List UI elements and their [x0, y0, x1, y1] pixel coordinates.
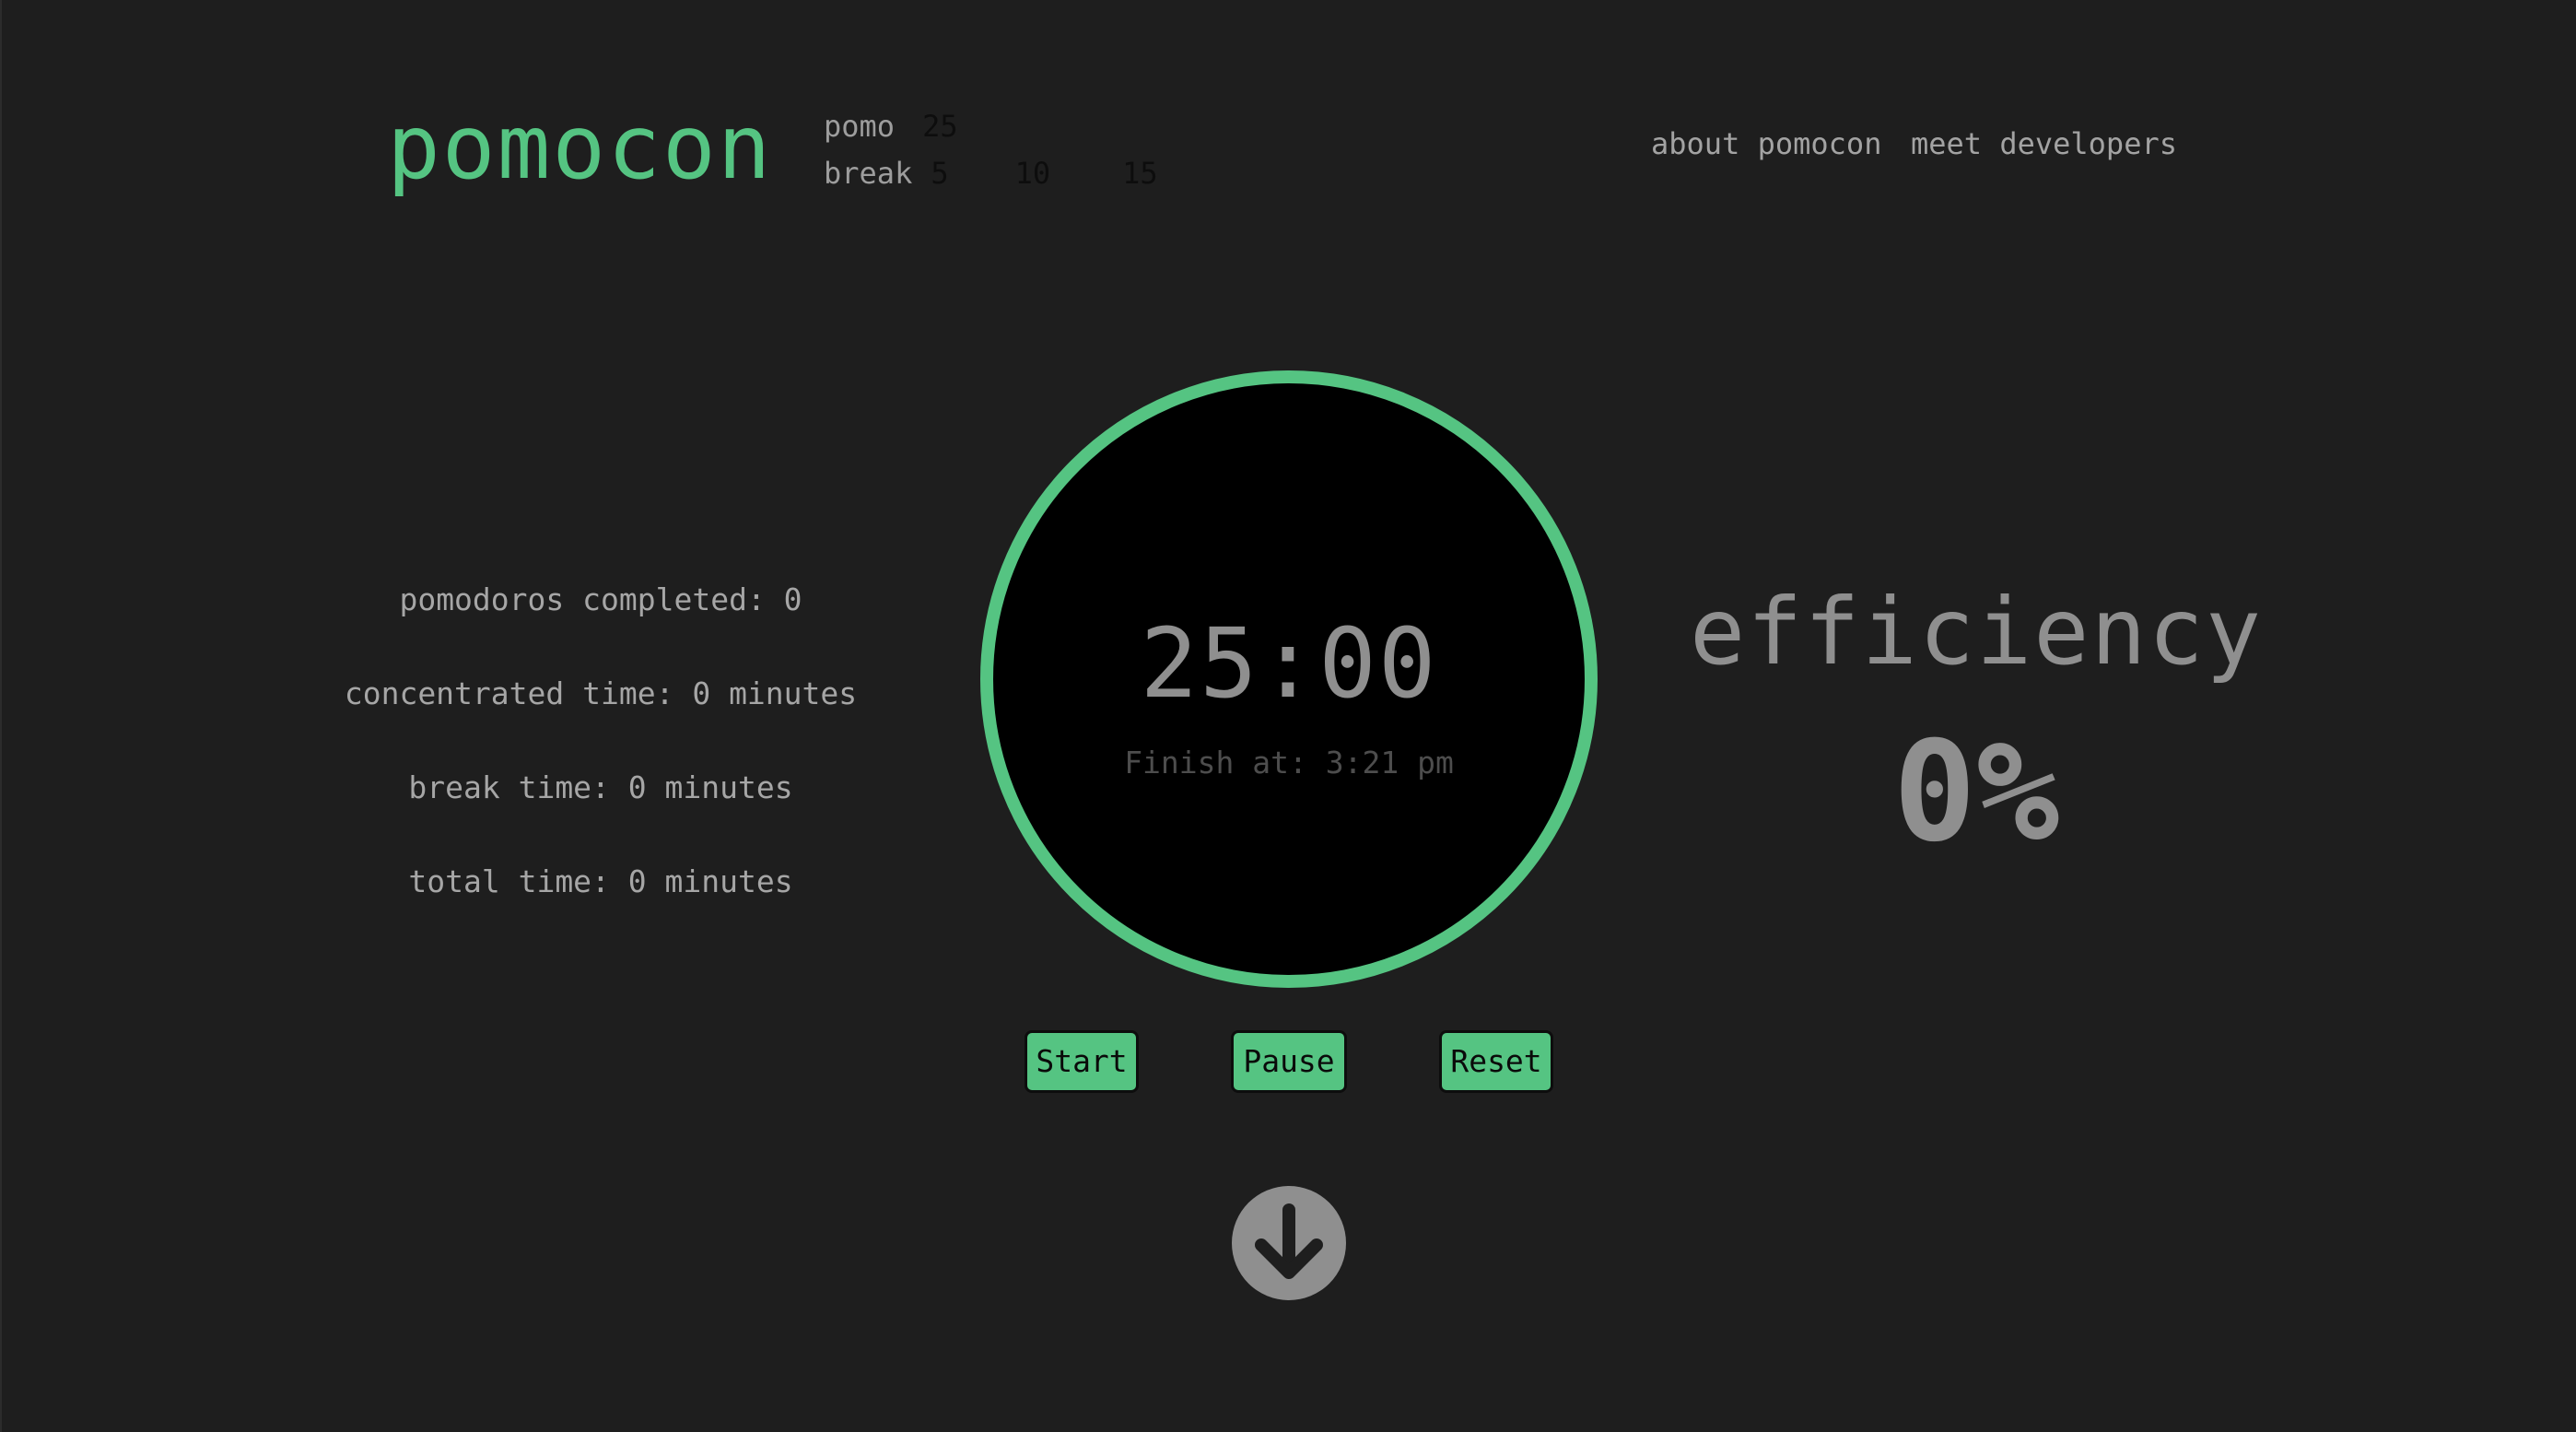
pomodoros-completed-stat: pomodoros completed: 0 — [399, 581, 802, 617]
nav-about-link[interactable]: about pomocon — [1651, 125, 1881, 162]
pomo-option-25[interactable]: 25 — [922, 108, 958, 145]
break-option-15[interactable]: 15 — [1122, 155, 1158, 192]
reset-button[interactable]: Reset — [1439, 1030, 1553, 1093]
nav-developers-link[interactable]: meet developers — [1911, 125, 2177, 162]
pause-button[interactable]: Pause — [1231, 1030, 1347, 1093]
start-button[interactable]: Start — [1025, 1030, 1139, 1093]
total-time-stat: total time: 0 minutes — [408, 863, 793, 899]
finish-time-text: Finish at: 3:21 pm — [1124, 745, 1454, 781]
break-time-stat: break time: 0 minutes — [408, 769, 793, 805]
logo[interactable]: pomocon — [387, 96, 773, 199]
efficiency-heading: efficiency — [1689, 578, 2264, 686]
pomo-label: pomo — [824, 109, 896, 144]
break-option-5[interactable]: 5 — [931, 155, 948, 192]
concentrated-time-stat: concentrated time: 0 minutes — [344, 675, 858, 711]
break-option-10[interactable]: 10 — [1015, 155, 1051, 192]
efficiency-value: 0% — [1892, 712, 2060, 873]
pomo-length-setting: pomo 25 — [824, 108, 958, 145]
scroll-down-button[interactable] — [1232, 1186, 1346, 1300]
break-length-setting: break 5 10 15 — [824, 155, 1158, 192]
break-label: break — [824, 156, 913, 191]
left-border — [0, 0, 2, 1432]
arrow-down-circle-icon — [1255, 1203, 1323, 1279]
timer-display: 25:00 — [1140, 607, 1438, 720]
